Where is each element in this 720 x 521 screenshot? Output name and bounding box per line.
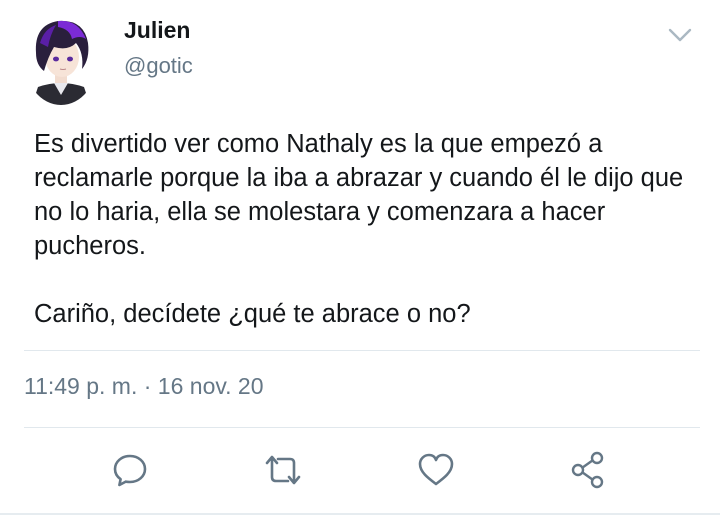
avatar[interactable] bbox=[24, 13, 98, 105]
bottom-divider bbox=[0, 513, 720, 515]
reply-button[interactable] bbox=[108, 444, 152, 496]
tweet-paragraph: Es divertido ver como Nathaly es la que … bbox=[34, 130, 684, 260]
avatar-image bbox=[24, 13, 98, 105]
tweet-text: Es divertido ver como Nathaly es la que … bbox=[34, 127, 684, 331]
chevron-down-icon[interactable] bbox=[665, 23, 695, 47]
heart-icon bbox=[418, 453, 454, 486]
retweet-icon bbox=[265, 455, 301, 485]
tweet-timestamp[interactable]: 11:49 p. m. · 16 nov. 20 bbox=[24, 373, 264, 400]
like-button[interactable] bbox=[414, 444, 458, 496]
divider bbox=[24, 350, 700, 351]
action-bar bbox=[0, 444, 720, 496]
retweet-button[interactable] bbox=[261, 444, 305, 496]
share-button[interactable] bbox=[567, 444, 611, 496]
comment-icon bbox=[113, 454, 147, 487]
user-handle[interactable]: @gotic bbox=[124, 53, 193, 79]
divider bbox=[24, 427, 700, 428]
tweet-paragraph: Cariño, decídete ¿qué te abrace o no? bbox=[34, 300, 471, 328]
share-icon bbox=[571, 451, 604, 489]
user-name[interactable]: Julien bbox=[124, 17, 190, 44]
